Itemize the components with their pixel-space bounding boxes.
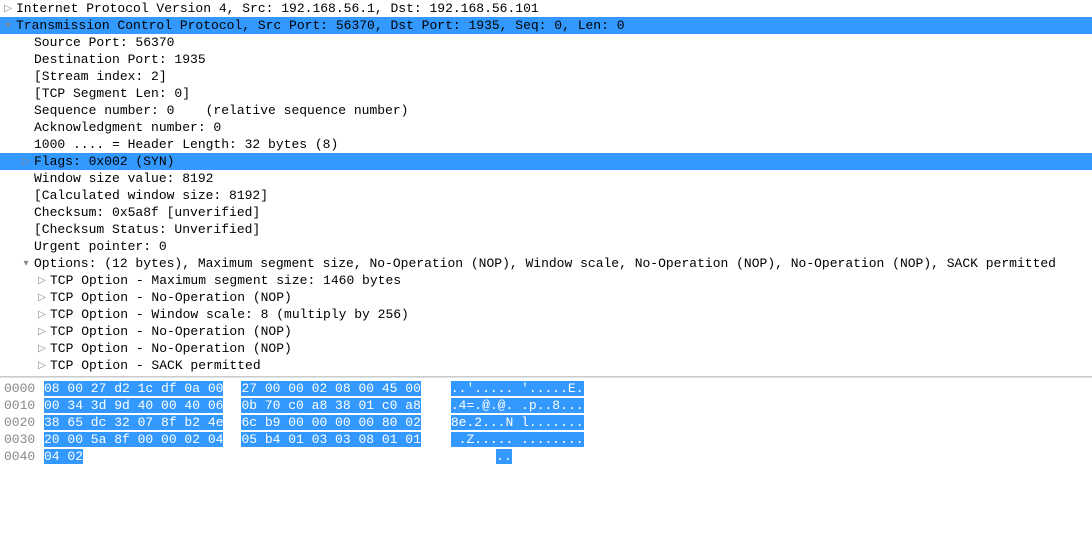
expand-icon[interactable]: ▷ [36, 289, 48, 306]
field-urgent-pointer[interactable]: Urgent pointer: 0 [0, 238, 1092, 255]
field-calc-window[interactable]: [Calculated window size: 8192] [0, 187, 1092, 204]
field-sequence-number[interactable]: Sequence number: 0 (relative sequence nu… [0, 102, 1092, 119]
option-mss[interactable]: ▷ TCP Option - Maximum segment size: 146… [0, 272, 1092, 289]
expand-icon[interactable]: ▷ [36, 272, 48, 289]
hex-offset: 0030 [0, 431, 44, 448]
hex-offset: 0010 [0, 397, 44, 414]
field-segment-len[interactable]: [TCP Segment Len: 0] [0, 85, 1092, 102]
field-options[interactable]: ▾ Options: (12 bytes), Maximum segment s… [0, 255, 1092, 272]
expand-icon[interactable]: ▷ [36, 306, 48, 323]
field-ack-number[interactable]: Acknowledgment number: 0 [0, 119, 1092, 136]
field-window-size[interactable]: Window size value: 8192 [0, 170, 1092, 187]
hex-row-0[interactable]: 0000 08 00 27 d2 1c df 0a 0027 00 00 02 … [0, 380, 1092, 397]
hex-row-2[interactable]: 0020 38 65 dc 32 07 8f b2 4e6c b9 00 00 … [0, 414, 1092, 431]
hex-dump-pane[interactable]: 0000 08 00 27 d2 1c df 0a 0027 00 00 02 … [0, 377, 1092, 467]
hex-row-4[interactable]: 0040 04 02 .. [0, 448, 1092, 465]
field-checksum-status[interactable]: [Checksum Status: Unverified] [0, 221, 1092, 238]
ip-header-row[interactable]: ▷ Internet Protocol Version 4, Src: 192.… [0, 0, 1092, 17]
field-stream-index[interactable]: [Stream index: 2] [0, 68, 1092, 85]
expand-icon[interactable]: ▷ [20, 153, 32, 170]
collapse-icon[interactable]: ▾ [2, 17, 14, 34]
option-sack[interactable]: ▷ TCP Option - SACK permitted [0, 357, 1092, 374]
field-checksum[interactable]: Checksum: 0x5a8f [unverified] [0, 204, 1092, 221]
option-nop[interactable]: ▷ TCP Option - No-Operation (NOP) [0, 289, 1092, 306]
option-nop[interactable]: ▷ TCP Option - No-Operation (NOP) [0, 323, 1092, 340]
field-source-port[interactable]: Source Port: 56370 [0, 34, 1092, 51]
option-nop[interactable]: ▷ TCP Option - No-Operation (NOP) [0, 340, 1092, 357]
hex-offset: 0000 [0, 380, 44, 397]
field-flags[interactable]: ▷ Flags: 0x002 (SYN) [0, 153, 1092, 170]
option-window-scale[interactable]: ▷ TCP Option - Window scale: 8 (multiply… [0, 306, 1092, 323]
tcp-header-row[interactable]: ▾ Transmission Control Protocol, Src Por… [0, 17, 1092, 34]
expand-icon[interactable]: ▷ [36, 323, 48, 340]
packet-details-pane[interactable]: ▷ Internet Protocol Version 4, Src: 192.… [0, 0, 1092, 377]
field-header-length[interactable]: 1000 .... = Header Length: 32 bytes (8) [0, 136, 1092, 153]
hex-row-1[interactable]: 0010 00 34 3d 9d 40 00 40 060b 70 c0 a8 … [0, 397, 1092, 414]
expand-icon[interactable]: ▷ [36, 357, 48, 374]
field-destination-port[interactable]: Destination Port: 1935 [0, 51, 1092, 68]
ip-header-text: Internet Protocol Version 4, Src: 192.16… [16, 0, 539, 17]
tcp-header-text: Transmission Control Protocol, Src Port:… [16, 17, 625, 34]
collapse-icon[interactable]: ▾ [20, 255, 32, 272]
expand-icon[interactable]: ▷ [36, 340, 48, 357]
hex-offset: 0040 [0, 448, 44, 465]
expand-icon[interactable]: ▷ [2, 0, 14, 17]
hex-row-3[interactable]: 0030 20 00 5a 8f 00 00 02 0405 b4 01 03 … [0, 431, 1092, 448]
hex-offset: 0020 [0, 414, 44, 431]
